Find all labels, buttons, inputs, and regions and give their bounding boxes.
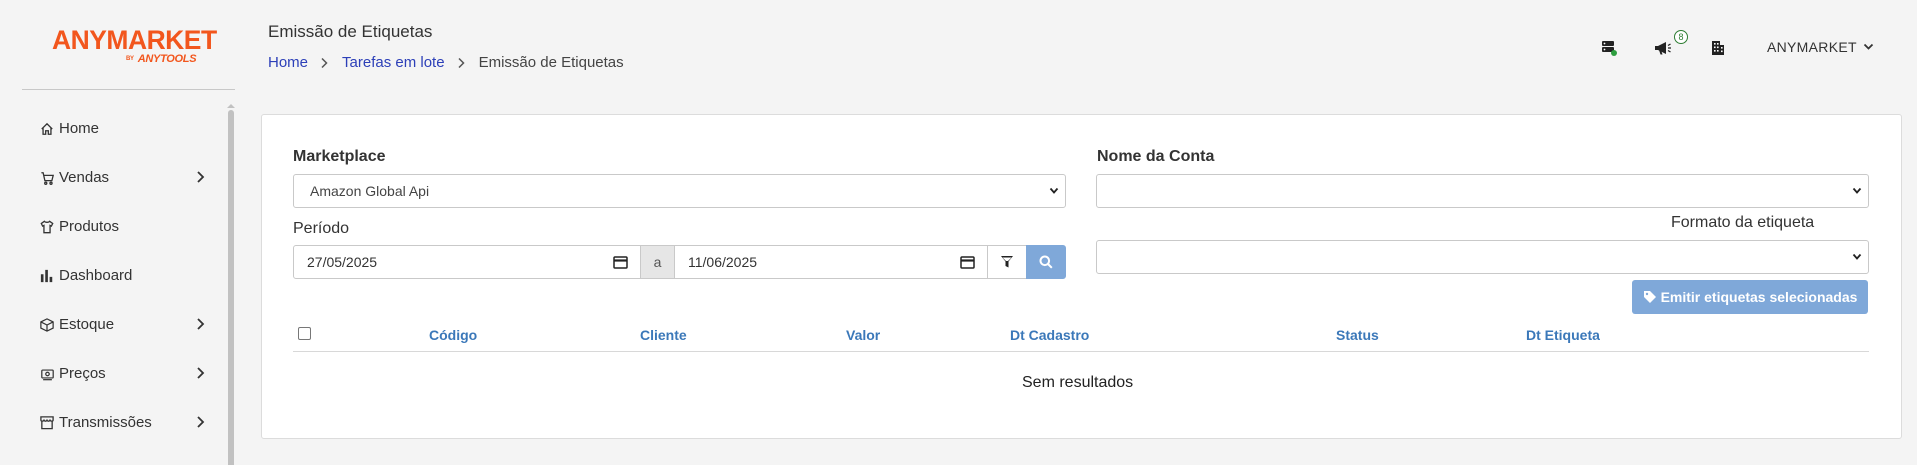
- filter-icon: [1001, 256, 1013, 268]
- column-header-codigo[interactable]: Código: [429, 327, 477, 343]
- sidebar-item-dashboard[interactable]: Dashboard: [0, 251, 228, 300]
- tag-icon: [1643, 291, 1656, 303]
- sidebar-item-label: Estoque: [59, 316, 115, 333]
- date-from-input[interactable]: 27/05/2025: [293, 245, 641, 279]
- chevron-right-icon: [197, 367, 205, 379]
- date-to-input[interactable]: 11/06/2025: [674, 245, 988, 279]
- column-header-dt-etiqueta[interactable]: Dt Etiqueta: [1526, 327, 1600, 343]
- periodo-label: Período: [293, 220, 350, 237]
- brand-logo[interactable]: ANYMARKET BY ANYTOOLS: [52, 25, 220, 65]
- box-icon: [38, 316, 56, 334]
- breadcrumb-current: Emissão de Etiquetas: [478, 54, 624, 71]
- column-header-valor[interactable]: Valor: [846, 327, 880, 343]
- column-header-dt-cadastro[interactable]: Dt Cadastro: [1010, 327, 1089, 343]
- user-menu[interactable]: ANYMARKET: [1767, 39, 1874, 55]
- building-icon[interactable]: [1710, 40, 1726, 56]
- sidebar-item-label: Produtos: [59, 218, 120, 235]
- sidebar-item-label: Transmissões: [59, 414, 152, 431]
- sidebar-item-vendas[interactable]: Vendas: [0, 153, 228, 202]
- filter-button[interactable]: [987, 245, 1027, 279]
- megaphone-icon[interactable]: [1654, 40, 1672, 56]
- search-icon: [1039, 255, 1053, 269]
- chevron-down-icon: [1852, 187, 1862, 194]
- column-header-cliente[interactable]: Cliente: [640, 327, 687, 343]
- breadcrumb-home-link[interactable]: Home: [268, 54, 308, 71]
- page-title: Emissão de Etiquetas: [268, 22, 433, 41]
- sidebar-item-precos[interactable]: Preços: [0, 349, 228, 398]
- sidebar-item-label: Dashboard: [59, 267, 133, 284]
- calendar-icon[interactable]: [960, 255, 975, 269]
- sidebar-item-label: Home: [59, 120, 100, 137]
- calendar-icon[interactable]: [613, 255, 628, 269]
- logo-text: ANYMARKET: [52, 25, 217, 55]
- marketplace-select-value: Amazon Global Api: [310, 183, 430, 199]
- notification-badge: 8: [1674, 30, 1688, 44]
- sidebar-nav: Home Vendas Produtos Dashboard Estoque P…: [0, 104, 228, 447]
- date-from-value: 27/05/2025: [307, 254, 378, 270]
- bar-chart-icon: [38, 267, 56, 285]
- logo-subtext: BY ANYTOOLS: [126, 53, 197, 65]
- chevron-right-icon: [197, 416, 205, 428]
- sidebar-item-label: Vendas: [59, 169, 110, 186]
- breadcrumb-tarefas-link[interactable]: Tarefas em lote: [342, 54, 445, 71]
- sidebar-scrollbar[interactable]: [228, 110, 234, 465]
- conta-label: Nome da Conta: [1097, 148, 1215, 165]
- sidebar-item-label: Preços: [59, 365, 106, 382]
- server-status-icon[interactable]: [1601, 40, 1617, 56]
- chevron-down-icon: [1049, 187, 1059, 194]
- cash-icon: [38, 365, 56, 383]
- store-icon: [38, 414, 56, 432]
- formato-select[interactable]: [1096, 240, 1869, 274]
- breadcrumb: Home Tarefas em lote Emissão de Etiqueta…: [268, 54, 624, 71]
- chevron-right-icon: [197, 318, 205, 330]
- shirt-icon: [38, 218, 56, 236]
- date-to-value: 11/06/2025: [688, 254, 758, 270]
- column-header-status[interactable]: Status: [1336, 327, 1379, 343]
- emit-labels-button[interactable]: Emitir etiquetas selecionadas: [1632, 280, 1868, 314]
- search-button[interactable]: [1026, 245, 1066, 279]
- chevron-right-icon: [320, 57, 330, 69]
- user-name: ANYMARKET: [1767, 39, 1857, 55]
- chevron-right-icon: [457, 57, 467, 69]
- sidebar: ANYMARKET BY ANYTOOLS Home Vendas Produto…: [0, 0, 240, 465]
- scroll-up-arrow[interactable]: [227, 104, 235, 108]
- sidebar-item-produtos[interactable]: Produtos: [0, 202, 228, 251]
- marketplace-select[interactable]: Amazon Global Api: [293, 174, 1066, 208]
- chevron-down-icon: [1852, 253, 1862, 260]
- conta-select[interactable]: [1096, 174, 1869, 208]
- table-header-divider: [293, 351, 1869, 352]
- cart-icon: [38, 169, 56, 187]
- formato-label: Formato da etiqueta: [1671, 214, 1815, 231]
- chevron-right-icon: [197, 171, 205, 183]
- select-all-checkbox[interactable]: [298, 327, 311, 340]
- marketplace-label: Marketplace: [293, 148, 386, 165]
- emit-labels-label: Emitir etiquetas selecionadas: [1660, 289, 1858, 305]
- sidebar-item-transmissoes[interactable]: Transmissões: [0, 398, 228, 447]
- date-range-separator: a: [640, 245, 675, 279]
- sidebar-divider: [22, 89, 235, 90]
- chevron-down-icon: [1863, 43, 1873, 50]
- sidebar-item-home[interactable]: Home: [0, 104, 228, 153]
- home-icon: [38, 120, 56, 138]
- empty-results-message: Sem resultados: [1022, 374, 1134, 391]
- sidebar-item-estoque[interactable]: Estoque: [0, 300, 228, 349]
